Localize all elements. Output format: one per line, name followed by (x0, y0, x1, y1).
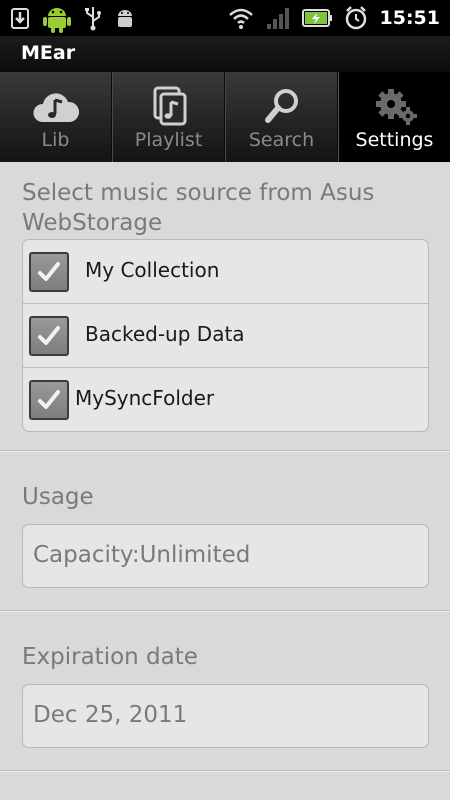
backed-up-data-label: Backed-up Data (85, 322, 245, 346)
my-collection-checkbox[interactable] (29, 252, 69, 292)
usage-field: Capacity:Unlimited (22, 524, 429, 588)
app-title: MEar (21, 42, 76, 64)
tab-lib-label: Lib (41, 129, 70, 151)
android-icon (43, 8, 71, 33)
tab-playlist-label: Playlist (134, 129, 203, 151)
battery-icon (301, 9, 332, 27)
source-heading: Select music source from Asus WebStorage (22, 180, 375, 236)
signal-icon (266, 8, 289, 29)
tab-search-label: Search (248, 129, 315, 151)
search-icon (264, 89, 298, 123)
checkmark-icon (38, 326, 60, 345)
expiration-field: Dec 25, 2011 (22, 684, 429, 748)
tab-lib[interactable]: Lib (0, 72, 112, 162)
status-bar: 15:51 (0, 0, 450, 36)
checkmark-icon (38, 390, 60, 409)
cloud-music-icon (32, 93, 79, 122)
tab-playlist[interactable]: Playlist (112, 72, 225, 162)
title-bar: MEar (0, 36, 450, 72)
mysyncfolder-checkbox[interactable] (29, 380, 69, 420)
backed-up-data-checkbox[interactable] (29, 316, 69, 356)
alarm-icon (345, 6, 366, 30)
source-options: My Collection Backed-up Data MySyncFolde… (22, 239, 429, 432)
tab-bar: Lib Playlist Search Settings (0, 72, 450, 162)
my-collection-label: My Collection (85, 258, 220, 282)
gears-icon (375, 89, 417, 125)
playlist-icon (153, 86, 186, 126)
tab-search[interactable]: Search (225, 72, 338, 162)
option-mysyncfolder[interactable]: MySyncFolder (23, 368, 428, 432)
section-divider (0, 610, 450, 612)
section-divider (0, 450, 450, 452)
tab-settings[interactable]: Settings (338, 72, 450, 162)
android-debug-icon (118, 10, 132, 27)
wifi-icon (228, 8, 253, 29)
clock-time: 15:51 (379, 7, 440, 29)
tab-settings-label: Settings (355, 129, 434, 151)
section-divider (0, 770, 450, 772)
expiration-heading: Expiration date (22, 644, 198, 670)
usb-icon (85, 7, 101, 31)
mysyncfolder-label: MySyncFolder (75, 386, 215, 410)
usage-heading: Usage (22, 484, 94, 510)
settings-content: Select music source from Asus WebStorage… (0, 162, 450, 800)
usage-value: Capacity:Unlimited (33, 542, 251, 568)
expiration-value: Dec 25, 2011 (33, 702, 188, 728)
option-backed-up-data[interactable]: Backed-up Data (23, 304, 428, 368)
option-my-collection[interactable]: My Collection (23, 240, 428, 304)
checkmark-icon (38, 262, 60, 281)
download-icon (11, 8, 29, 29)
